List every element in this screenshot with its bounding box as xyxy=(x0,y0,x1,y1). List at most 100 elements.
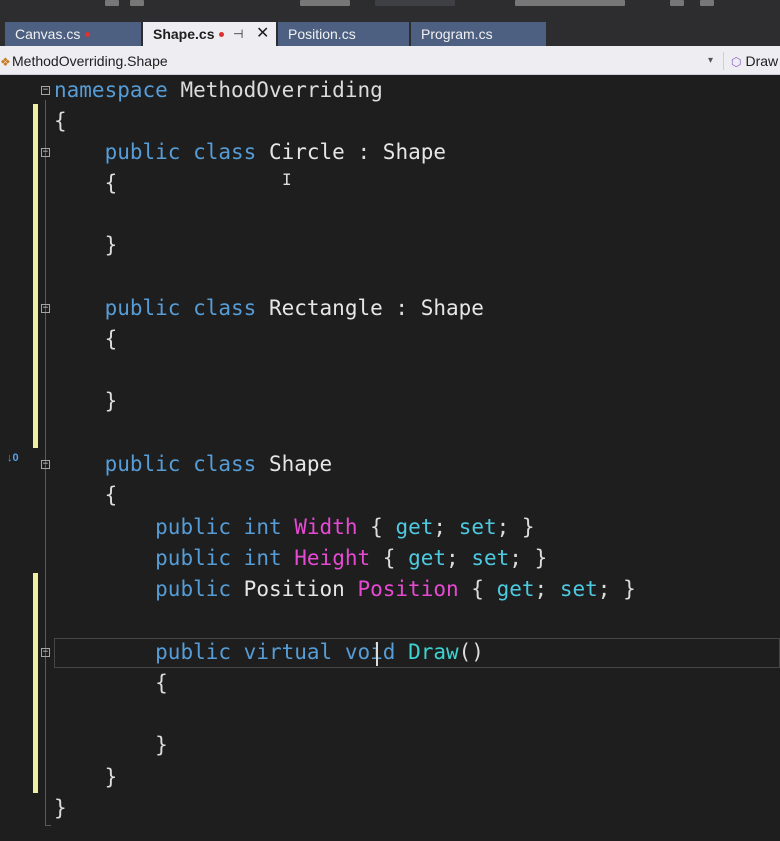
tab-shape[interactable]: Shape.cs ⊣ ✕ xyxy=(143,22,276,46)
text-caret xyxy=(376,642,378,666)
close-tab-icon[interactable]: ✕ xyxy=(256,22,269,46)
collapse-icon[interactable]: − xyxy=(41,648,50,657)
brace: } xyxy=(104,765,118,789)
toolbar-strip xyxy=(0,0,780,18)
tab-program[interactable]: Program.cs xyxy=(411,22,546,46)
code-line: } xyxy=(54,762,118,793)
keyword: public xyxy=(155,515,232,539)
class-name: Circle xyxy=(268,140,345,164)
punctuation: : xyxy=(395,296,409,320)
code-line: } xyxy=(54,793,67,824)
type-selector[interactable]: ❖MethodOverriding.Shape xyxy=(0,48,168,75)
tab-label: Shape.cs xyxy=(153,26,215,42)
class-icon: ❖ xyxy=(0,55,11,69)
brace: } xyxy=(534,546,548,570)
pin-tab-icon[interactable]: ⊣ xyxy=(233,22,243,46)
punctuation: () xyxy=(458,640,484,664)
toolbar-button[interactable] xyxy=(670,0,684,6)
code-editor[interactable]: − − − − − ↓0 namespace MethodOverriding … xyxy=(0,75,780,841)
namespace-name: MethodOverriding xyxy=(180,78,383,102)
modified-dot-icon xyxy=(85,31,91,37)
code-line: } xyxy=(54,730,168,761)
tab-label: Position.cs xyxy=(288,26,356,42)
configuration-select[interactable] xyxy=(375,0,455,6)
type-selector-label: MethodOverriding.Shape xyxy=(12,53,168,69)
accessor: get xyxy=(496,577,535,601)
accessor: get xyxy=(395,515,434,539)
brace: { xyxy=(104,171,118,195)
brace: { xyxy=(382,546,396,570)
method-icon: ⬡ xyxy=(731,55,742,69)
brace: { xyxy=(370,515,383,539)
brace: } xyxy=(155,733,168,757)
start-button[interactable] xyxy=(300,0,350,6)
code-line: namespace MethodOverriding xyxy=(54,75,383,106)
change-indicator xyxy=(33,573,38,793)
keyword: int xyxy=(243,546,282,570)
brace: { xyxy=(104,327,118,351)
class-name: Shape xyxy=(420,296,484,320)
brace: } xyxy=(623,577,636,601)
code-line: { xyxy=(54,480,118,511)
member-selector[interactable]: ⬡ Draw xyxy=(731,48,778,75)
platform-select[interactable] xyxy=(515,0,625,6)
punctuation: : xyxy=(357,140,371,164)
outline-line xyxy=(45,825,51,826)
accessor: set xyxy=(458,515,497,539)
code-line: { xyxy=(54,668,168,699)
code-line: { xyxy=(54,324,118,355)
toolbar-button[interactable] xyxy=(700,0,714,6)
collapse-icon[interactable]: − xyxy=(41,460,50,469)
brace: { xyxy=(155,671,168,695)
keyword: void xyxy=(344,640,396,664)
document-tab-bar: Canvas.cs Shape.cs ⊣ ✕ Position.cs Progr… xyxy=(0,18,780,46)
keyword: virtual xyxy=(243,640,333,664)
navigation-bar: ❖MethodOverriding.Shape ▾ ⬡ Draw xyxy=(0,48,780,75)
keyword: public xyxy=(155,640,232,664)
keyword: int xyxy=(243,515,282,539)
modified-dot-icon xyxy=(219,31,225,37)
chevron-down-icon[interactable]: ▾ xyxy=(708,48,713,74)
code-line: public class Circle : Shape xyxy=(54,137,446,168)
keyword: namespace xyxy=(54,78,168,102)
class-name: Shape xyxy=(382,140,447,164)
brace: { xyxy=(471,577,484,601)
keyword: class xyxy=(193,140,257,164)
toolbar-button[interactable] xyxy=(105,0,119,6)
keyword: public xyxy=(104,140,181,164)
codelens-references[interactable]: ↓0 xyxy=(7,452,19,464)
code-line: public Position Position { get; set; } xyxy=(155,577,636,601)
tab-position[interactable]: Position.cs xyxy=(278,22,409,46)
code-line: public int Height { get; set; } xyxy=(155,546,548,570)
collapse-icon[interactable]: − xyxy=(41,304,50,313)
code-line: public class Shape xyxy=(54,449,333,480)
keyword: public xyxy=(104,452,181,476)
brace: { xyxy=(104,483,118,507)
accessor: get xyxy=(408,546,447,570)
accessor: set xyxy=(559,577,598,601)
brace: } xyxy=(104,389,118,413)
i-beam-cursor-icon: I xyxy=(282,170,292,189)
keyword: class xyxy=(193,452,257,476)
tab-label: Canvas.cs xyxy=(15,26,81,42)
toolbar-button[interactable] xyxy=(130,0,144,6)
change-indicator xyxy=(33,104,38,448)
brace: } xyxy=(54,796,67,820)
divider xyxy=(723,52,724,70)
type-name: Position xyxy=(243,577,345,601)
keyword: public xyxy=(155,577,232,601)
code-line: } xyxy=(54,230,118,261)
code-line: } xyxy=(54,386,118,417)
tab-label: Program.cs xyxy=(421,26,493,42)
method-name: Draw xyxy=(408,640,459,664)
collapse-icon[interactable]: − xyxy=(41,86,50,95)
code-line: { xyxy=(54,168,118,199)
keyword: class xyxy=(193,296,257,320)
collapse-icon[interactable]: − xyxy=(41,148,50,157)
property-name: Position xyxy=(357,577,459,601)
brace: } xyxy=(104,233,118,257)
code-line: { xyxy=(54,106,67,137)
brace: { xyxy=(54,109,67,133)
tab-canvas[interactable]: Canvas.cs xyxy=(5,22,141,46)
class-name: Rectangle xyxy=(268,296,383,320)
